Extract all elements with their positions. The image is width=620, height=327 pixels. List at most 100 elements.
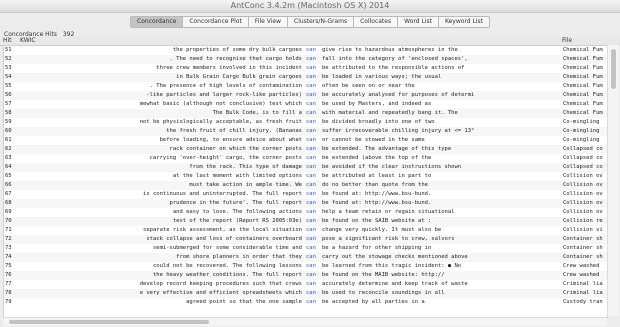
table-row[interactable]: 59 not be physiologically acceptable, as …	[4, 118, 607, 127]
vertical-scrollbar[interactable]	[607, 45, 619, 316]
right-context: be loaded in various ways; the usual	[322, 74, 442, 80]
table-row[interactable]: 54 in Bulk Grain Cargo Bulk grain cargoes…	[4, 73, 607, 82]
left-context: the properties of some dry bulk cargoes	[172, 47, 302, 53]
keyword[interactable]: can	[306, 271, 320, 280]
table-row[interactable]: 79 agreed point so that the one sample can…	[4, 298, 607, 307]
table-row[interactable]: 61 before loading, to ensure advice about…	[4, 136, 607, 145]
table-row[interactable]: 65 at the last moment with limited option…	[4, 172, 607, 181]
right-context: be avoided if the clear instructions sho…	[322, 164, 462, 170]
keyword[interactable]: can	[306, 100, 320, 109]
keyword[interactable]: can	[306, 298, 320, 307]
column-kwic[interactable]: KWIC	[20, 37, 36, 44]
keyword[interactable]: can	[306, 244, 320, 253]
hit-number: 60	[5, 128, 12, 134]
keyword[interactable]: can	[306, 217, 320, 226]
keyword[interactable]: can	[306, 127, 320, 136]
table-row[interactable]: 57 mewhat basic (although not conclusive)…	[4, 100, 607, 109]
hit-number: 61	[5, 137, 12, 143]
file-name: Crew washed	[563, 263, 600, 269]
table-row[interactable]: 76 the heavy weather conditions. The full…	[4, 271, 607, 280]
right-context: be used by Masters, and indeed as	[322, 101, 432, 107]
keyword[interactable]: can	[306, 46, 320, 55]
table-row[interactable]: 68 prudence in the future'. The full repo…	[4, 199, 607, 208]
table-row[interactable]: 73 semi-submerged for some considerable t…	[4, 244, 607, 253]
left-context: at the last moment with limited options	[172, 173, 302, 179]
right-context: be found at: http://www.bsu-bund.	[322, 191, 432, 197]
table-row[interactable]: 66 must take action in ample time. We can d…	[4, 181, 607, 190]
hit-number: 70	[5, 218, 12, 224]
left-context: rack container on which the corner posts	[169, 146, 302, 152]
table-row[interactable]: 52 . The need to recognise that cargo hol…	[4, 55, 607, 64]
table-row[interactable]: 72 stack collapse and loss of containers …	[4, 235, 607, 244]
keyword[interactable]: can	[306, 55, 320, 64]
left-context: semi-submerged for some considerable tim…	[152, 245, 302, 251]
keyword[interactable]: can	[306, 190, 320, 199]
table-row[interactable]: 58 The Bulk Code, is to fill a can with mat…	[4, 109, 607, 118]
keyword[interactable]: can	[306, 172, 320, 181]
table-row[interactable]: 77 develop record keeping procedures such…	[4, 280, 607, 289]
file-name: Chemical Fum	[563, 110, 603, 116]
tab-concordance-plot[interactable]: Concordance Plot	[183, 16, 249, 28]
keyword[interactable]: can	[306, 199, 320, 208]
file-name: Chemical Fum	[563, 65, 603, 71]
right-context: or cannot be stowed in the same	[322, 137, 425, 143]
right-context: fall into the category of 'enclosed spac…	[322, 56, 468, 62]
tab-concordance[interactable]: Concordance	[130, 16, 184, 28]
column-file[interactable]: File	[562, 37, 572, 44]
tab-collocates[interactable]: Collocates	[354, 16, 399, 28]
concordance-list[interactable]: 51 the properties of some dry bulk cargoe…	[3, 45, 608, 318]
hit-number: 72	[5, 236, 12, 242]
table-row[interactable]: 51 the properties of some dry bulk cargoe…	[4, 46, 607, 55]
table-row[interactable]: 62 rack container on which the corner pos…	[4, 145, 607, 154]
keyword[interactable]: can	[306, 253, 320, 262]
table-row[interactable]: 64 from the rack. This type of damage can b…	[4, 163, 607, 172]
table-row[interactable]: 56 -like particles and larger rock-like p…	[4, 91, 607, 100]
keyword[interactable]: can	[306, 136, 320, 145]
tab-file-view[interactable]: File View	[248, 16, 288, 28]
tab-word-list[interactable]: Word List	[398, 16, 439, 28]
left-context: the heavy weather conditions. The full r…	[152, 272, 302, 278]
column-hit[interactable]: Hit	[3, 37, 12, 44]
keyword[interactable]: can	[306, 235, 320, 244]
keyword[interactable]: can	[306, 262, 320, 271]
tab-keyword-list[interactable]: Keyword List	[438, 16, 490, 28]
hit-number: 71	[5, 227, 12, 233]
right-context: be attributed to the responsible actions…	[322, 65, 465, 71]
keyword[interactable]: can	[306, 280, 320, 289]
right-context: give rise to hazardous atmospheres in th…	[322, 47, 458, 53]
table-row[interactable]: 55 . The presence of high levels of conta…	[4, 82, 607, 91]
right-context: be divided broadly into one of two	[322, 119, 435, 125]
hit-number: 58	[5, 110, 12, 116]
table-row[interactable]: 60 the fresh fruit of chill injury. (Bana…	[4, 127, 607, 136]
keyword[interactable]: can	[306, 181, 320, 190]
keyword[interactable]: can	[306, 82, 320, 91]
table-row[interactable]: 63 carrying 'over-height' cargo, the corn…	[4, 154, 607, 163]
keyword[interactable]: can	[306, 118, 320, 127]
right-context: be found on the SAIB website at :	[322, 218, 432, 224]
keyword[interactable]: can	[306, 154, 320, 163]
horizontal-scroll-thumb[interactable]	[9, 320, 209, 324]
table-row[interactable]: 74 from shore planners in order that they…	[4, 253, 607, 262]
left-context: is continuous and uninterrupted. The ful…	[143, 191, 302, 197]
table-row[interactable]: 53 three crew members involved in this in…	[4, 64, 607, 73]
left-context: three crew members involved in this inci…	[156, 65, 302, 71]
table-row[interactable]: 67 is continuous and uninterrupted. The f…	[4, 190, 607, 199]
keyword[interactable]: can	[306, 73, 320, 82]
keyword[interactable]: can	[306, 91, 320, 100]
keyword[interactable]: can	[306, 208, 320, 217]
table-row[interactable]: 78 e very effective and efficient spreads…	[4, 289, 607, 298]
keyword[interactable]: can	[306, 226, 320, 235]
vertical-scroll-thumb[interactable]	[611, 49, 616, 89]
table-row[interactable]: 70 text of the report (Report RS 2005:03e…	[4, 217, 607, 226]
keyword[interactable]: can	[306, 289, 320, 298]
horizontal-scrollbar[interactable]	[3, 317, 607, 326]
table-row[interactable]: 71 separate risk assessment, as the local…	[4, 226, 607, 235]
keyword[interactable]: can	[306, 163, 320, 172]
file-name: Container sh	[563, 245, 603, 251]
keyword[interactable]: can	[306, 145, 320, 154]
table-row[interactable]: 69 and easy to lose. The following action…	[4, 208, 607, 217]
tab-clusters-ngrams[interactable]: Clusters/N-Grams	[288, 16, 355, 28]
keyword[interactable]: can	[306, 109, 320, 118]
keyword[interactable]: can	[306, 64, 320, 73]
table-row[interactable]: 75 could not be recovered. The following …	[4, 262, 607, 271]
